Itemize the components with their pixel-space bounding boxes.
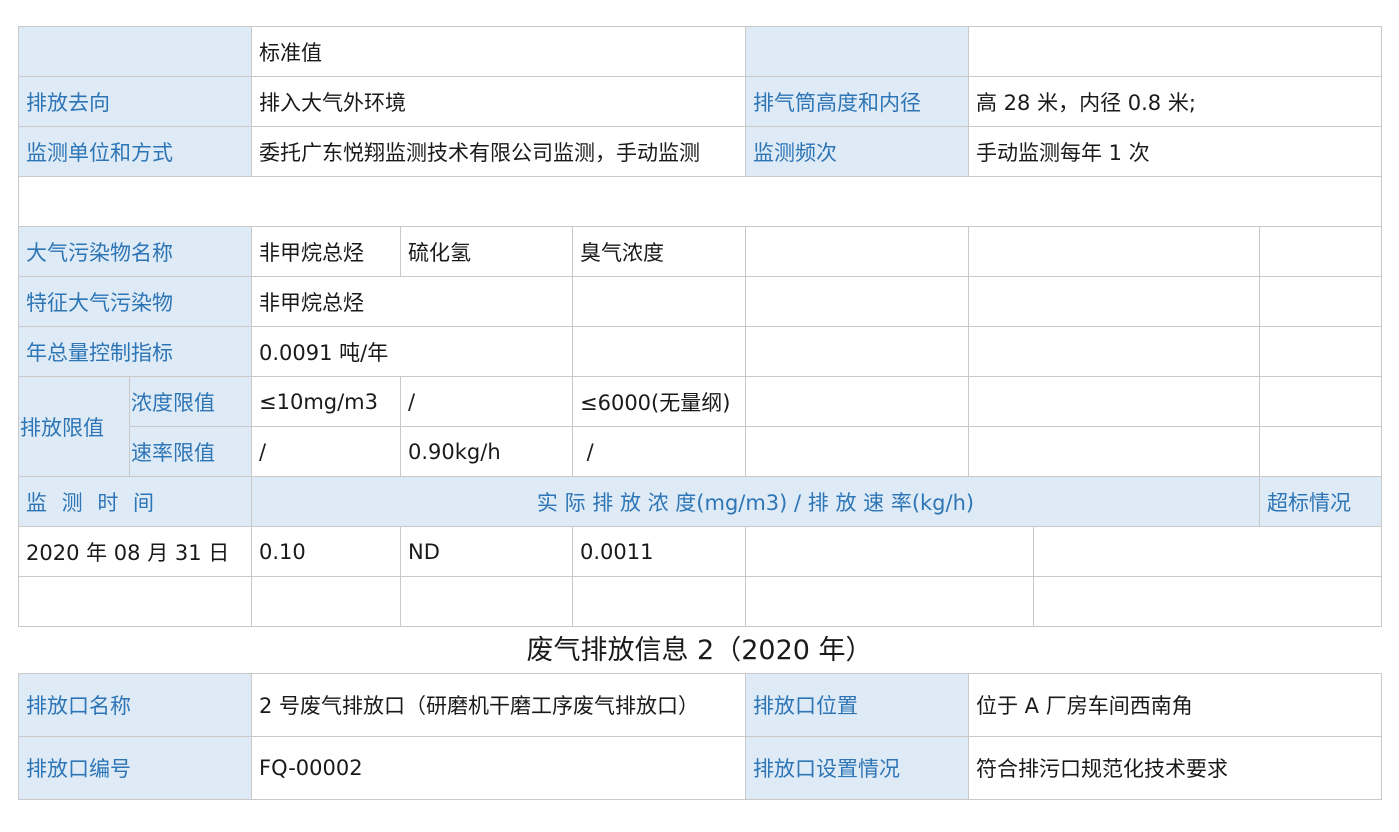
empty-cell bbox=[251, 576, 401, 627]
rate-limit-2: 0.90kg/h bbox=[400, 426, 573, 477]
rate-limit-label: 速率限值 bbox=[129, 426, 252, 477]
monitoring-unit-label: 监测单位和方式 bbox=[18, 126, 252, 177]
empty-cell bbox=[745, 426, 969, 477]
outlet-number-value: FQ-00002 bbox=[251, 736, 746, 800]
standard-value-cell: 标准值 bbox=[251, 26, 746, 77]
record-value-2: ND bbox=[400, 526, 573, 577]
empty-cell bbox=[745, 376, 969, 427]
concentration-limit-2: / bbox=[400, 376, 573, 427]
blank-label-cell bbox=[18, 26, 252, 77]
blank-value-cell bbox=[968, 26, 1382, 77]
empty-cell bbox=[572, 276, 746, 327]
record-value-1: 0.10 bbox=[251, 526, 401, 577]
outlet-setting-label: 排放口设置情况 bbox=[745, 736, 969, 800]
rate-limit-1: / bbox=[251, 426, 401, 477]
pollutant-name-1: 非甲烷总烃 bbox=[251, 226, 401, 277]
rate-limit-3: / bbox=[572, 426, 746, 477]
feature-pollutant-value: 非甲烷总烃 bbox=[251, 276, 573, 327]
empty-cell bbox=[1259, 326, 1382, 377]
pollutant-name-2: 硫化氢 bbox=[400, 226, 573, 277]
empty-cell bbox=[968, 276, 1260, 327]
empty-cell bbox=[572, 326, 746, 377]
empty-cell bbox=[18, 576, 252, 627]
monitoring-frequency-label: 监测频次 bbox=[745, 126, 969, 177]
empty-cell bbox=[1033, 526, 1382, 577]
outlet-name-value: 2 号废气排放口（研磨机干磨工序废气排放口） bbox=[251, 673, 746, 737]
annual-quota-value: 0.0091 吨/年 bbox=[251, 326, 573, 377]
stack-height-label: 排气筒高度和内径 bbox=[745, 76, 969, 127]
discharge-direction-label: 排放去向 bbox=[18, 76, 252, 127]
emission-info-table: 标准值 排放去向 排入大气外环境 排气筒高度和内径 高 28 米，内径 0.8 … bbox=[18, 26, 1382, 627]
empty-cell bbox=[1259, 276, 1382, 327]
empty-cell bbox=[572, 576, 746, 627]
concentration-limit-3: ≤6000(无量纲) bbox=[572, 376, 746, 427]
record-date: 2020 年 08 月 31 日 bbox=[18, 526, 252, 577]
stack-height-value: 高 28 米，内径 0.8 米; bbox=[968, 76, 1382, 127]
spacer-row bbox=[18, 176, 1382, 227]
pollutant-name-label: 大气污染物名称 bbox=[18, 226, 252, 277]
pollutant-name-3: 臭气浓度 bbox=[572, 226, 746, 277]
empty-cell bbox=[968, 326, 1260, 377]
monitoring-frequency-value: 手动监测每年 1 次 bbox=[968, 126, 1382, 177]
empty-cell bbox=[745, 526, 1034, 577]
outlet-number-label: 排放口编号 bbox=[18, 736, 252, 800]
monitoring-time-header: 监 测 时 间 bbox=[18, 476, 252, 527]
outlet-position-value: 位于 A 厂房车间西南角 bbox=[968, 673, 1382, 737]
empty-cell bbox=[745, 576, 1034, 627]
emission-limit-label: 排放限值 bbox=[18, 376, 130, 477]
outlet-info-table: 排放口名称 2 号废气排放口（研磨机干磨工序废气排放口） 排放口位置 位于 A … bbox=[18, 673, 1382, 800]
empty-cell bbox=[968, 426, 1260, 477]
empty-cell bbox=[400, 576, 573, 627]
empty-cell bbox=[1259, 426, 1382, 477]
actual-emission-header: 实 际 排 放 浓 度(mg/m3) / 排 放 速 率(kg/h) bbox=[251, 476, 1260, 527]
empty-cell bbox=[1259, 376, 1382, 427]
feature-pollutant-label: 特征大气污染物 bbox=[18, 276, 252, 327]
empty-cell bbox=[745, 226, 969, 277]
annual-quota-label: 年总量控制指标 bbox=[18, 326, 252, 377]
outlet-name-label: 排放口名称 bbox=[18, 673, 252, 737]
exceed-status-header: 超标情况 bbox=[1259, 476, 1382, 527]
concentration-limit-label: 浓度限值 bbox=[129, 376, 252, 427]
empty-cell bbox=[968, 376, 1260, 427]
outlet-position-label: 排放口位置 bbox=[745, 673, 969, 737]
table-row: 2020 年 08 月 31 日 0.10 ND 0.0011 无 bbox=[18, 526, 1382, 577]
concentration-limit-1: ≤10mg/m3 bbox=[251, 376, 401, 427]
discharge-direction-value: 排入大气外环境 bbox=[251, 76, 746, 127]
empty-cell bbox=[968, 226, 1260, 277]
outlet-setting-value: 符合排污口规范化技术要求 bbox=[968, 736, 1382, 800]
monitoring-unit-value: 委托广东悦翔监测技术有限公司监测，手动监测 bbox=[251, 126, 746, 177]
empty-cell bbox=[745, 276, 969, 327]
table-row bbox=[18, 576, 1382, 627]
section-title: 废气排放信息 2（2020 年） bbox=[526, 635, 873, 666]
empty-cell bbox=[745, 326, 969, 377]
empty-cell bbox=[1033, 576, 1382, 627]
empty-cell bbox=[1259, 226, 1382, 277]
record-value-3: 0.0011 bbox=[572, 526, 746, 577]
blank-label-cell bbox=[745, 26, 969, 77]
